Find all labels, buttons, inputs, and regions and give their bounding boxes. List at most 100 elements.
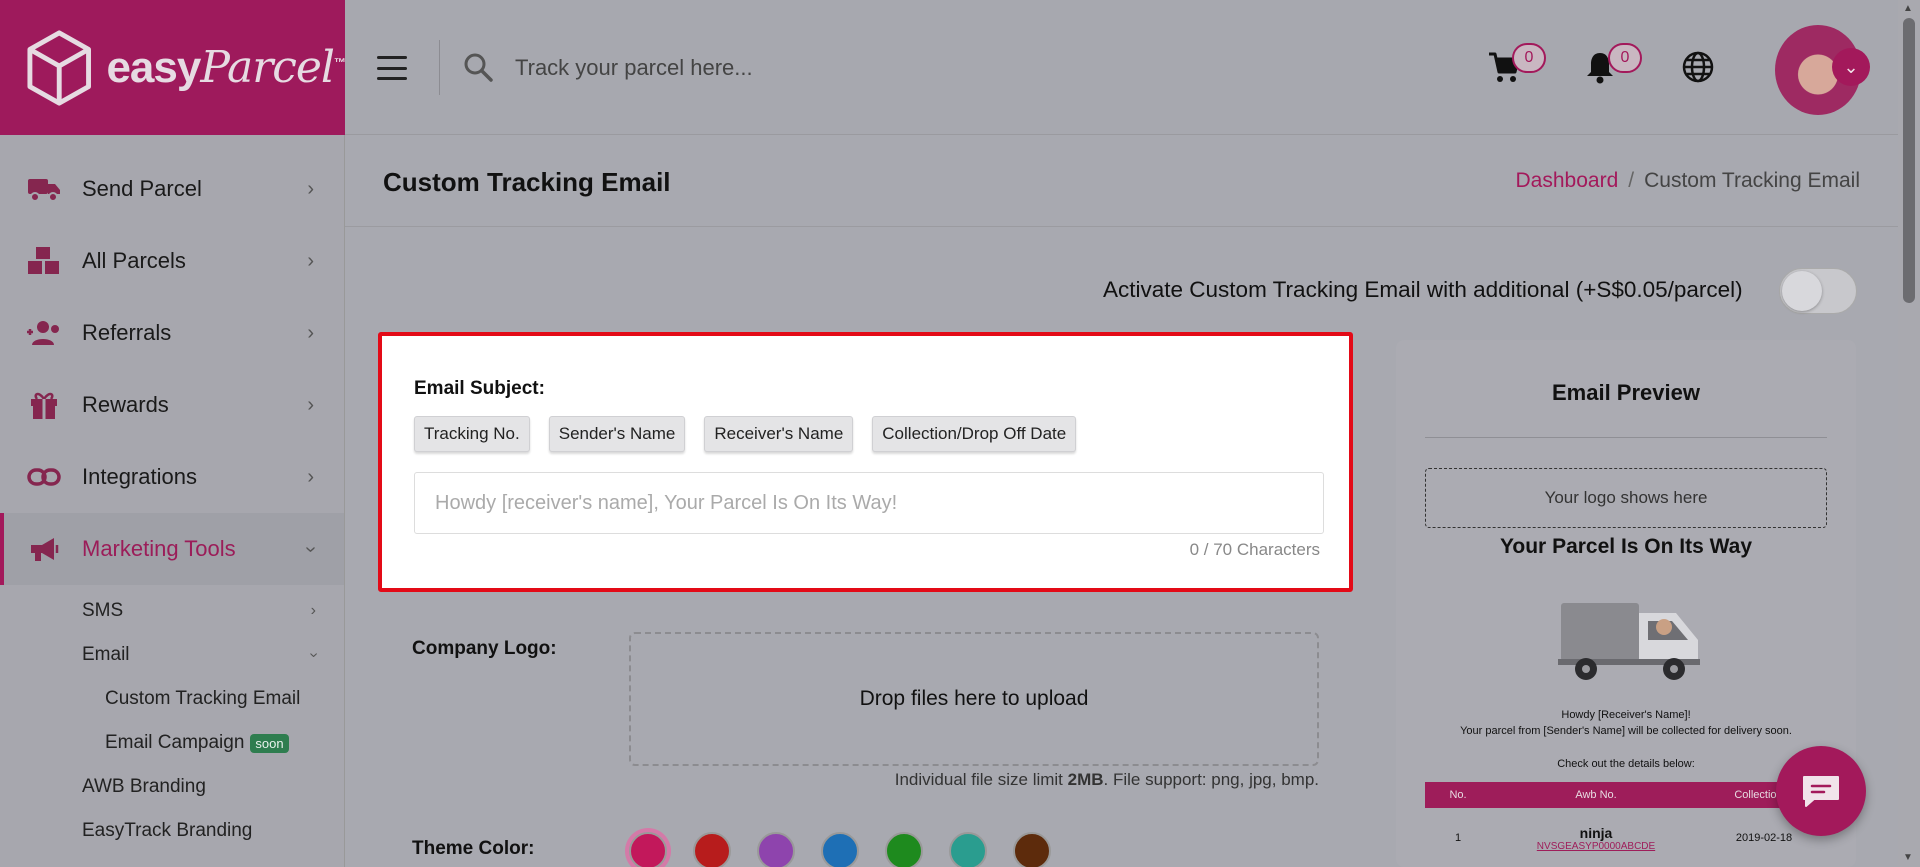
page-scrollbar[interactable]: ▲ ▼ — [1898, 0, 1920, 867]
email-subject-input[interactable] — [414, 472, 1324, 534]
sidebar-item-all-parcels[interactable]: All Parcels › — [0, 225, 344, 297]
chevron-down-icon[interactable]: ⌄ — [1832, 48, 1870, 86]
notification-count-badge: 0 — [1608, 43, 1642, 73]
track-parcel-search-input[interactable] — [515, 48, 1115, 88]
sidebar-subitem-label: Email — [82, 644, 130, 665]
file-limit-note: Individual file size limit 2MB. File sup… — [894, 770, 1319, 789]
page-title: Custom Tracking Email — [383, 167, 671, 197]
email-subject-label: Email Subject: — [414, 378, 545, 399]
table-row: 1 ninja NVSGEASYP0000ABCDE 2019-02-18 — [1425, 808, 1827, 867]
toggle-knob — [1782, 271, 1822, 311]
theme-color-swatches — [629, 832, 1051, 867]
breadcrumb-separator: / — [1628, 169, 1635, 192]
awb-link[interactable]: NVSGEASYP0000ABCDE — [1491, 841, 1701, 852]
email-preview-title: Email Preview — [1552, 380, 1700, 405]
sidebar: Send Parcel › All Parcels › Referrals › … — [0, 135, 345, 867]
sidebar-item-marketing-tools[interactable]: Marketing Tools › — [0, 513, 344, 585]
activate-custom-tracking-toggle[interactable] — [1779, 268, 1857, 314]
sidebar-subitem-label: AWB Branding — [82, 776, 206, 797]
courier-logo: ninja — [1579, 824, 1613, 841]
activate-custom-tracking-label: Activate Custom Tracking Email with addi… — [1103, 277, 1743, 302]
chip-senders-name[interactable]: Sender's Name — [548, 416, 686, 452]
sidebar-subitem-label: SMS — [82, 600, 124, 621]
soon-badge: soon — [250, 733, 289, 753]
sidebar-item-label: Referrals — [82, 320, 172, 345]
scroll-down-icon[interactable]: ▼ — [1903, 852, 1913, 863]
table-cell: 1 — [1454, 832, 1462, 844]
page-header: Custom Tracking Email Dashboard / Custom T… — [345, 135, 1898, 227]
chevron-down-icon: › — [300, 545, 323, 553]
logo-dropzone[interactable]: Drop files here to upload — [629, 632, 1319, 766]
breadcrumb: Dashboard / Custom Tracking Email — [1516, 169, 1860, 193]
breadcrumb-dashboard-link[interactable]: Dashboard — [1516, 169, 1619, 192]
preview-line: Howdy [Receiver's Name]! — [1561, 709, 1691, 721]
cart-count-badge: 0 — [1512, 43, 1546, 73]
table-header: No. Awb No. Collection D — [1425, 782, 1827, 808]
truck-icon — [26, 171, 62, 207]
company-logo-label: Company Logo: — [412, 638, 557, 659]
swatch-blue[interactable] — [821, 832, 859, 867]
chip-receivers-name[interactable]: Receiver's Name — [704, 416, 854, 452]
sidebar-subitem-email[interactable]: Email › — [0, 633, 344, 677]
gift-icon — [26, 387, 62, 423]
preview-line: Your parcel from [Sender's Name] will be… — [1460, 725, 1792, 737]
brand-logo[interactable]: easyParcel™ — [0, 0, 346, 135]
column-header: Awb No. — [1575, 789, 1617, 801]
box-logo-icon — [27, 29, 91, 106]
sidebar-subitem-easytrack-branding[interactable]: EasyTrack Branding — [0, 809, 344, 853]
sidebar-subitem-email-campaign[interactable]: Email Campaign soon — [0, 721, 344, 765]
chevron-right-icon: › — [307, 465, 314, 488]
theme-color-label: Theme Color: — [412, 838, 535, 859]
megaphone-icon — [26, 531, 62, 567]
table-cell: ninja NVSGEASYP0000ABCDE — [1491, 825, 1701, 852]
swatch-red[interactable] — [693, 832, 731, 867]
top-bar: 0 0 ⌄ — [345, 0, 1898, 135]
email-subject-card: Email Subject: Tracking No. Sender's Nam… — [378, 332, 1353, 592]
sidebar-item-send-parcel[interactable]: Send Parcel › — [0, 153, 344, 225]
sidebar-item-label: All Parcels — [82, 248, 186, 273]
sidebar-item-label: Rewards — [82, 392, 169, 417]
link-icon — [26, 459, 62, 495]
swatch-purple[interactable] — [757, 832, 795, 867]
company-logo-card: Company Logo: Drop files here to upload … — [382, 600, 1352, 867]
swatch-green[interactable] — [885, 832, 923, 867]
sidebar-subitem-label: Email Campaign — [105, 732, 245, 753]
chevron-right-icon: › — [307, 177, 314, 200]
sidebar-item-referrals[interactable]: Referrals › — [0, 297, 344, 369]
swatch-teal[interactable] — [949, 832, 987, 867]
sidebar-subitem-custom-tracking-email[interactable]: Custom Tracking Email — [0, 677, 344, 721]
chevron-right-icon: › — [307, 321, 314, 344]
merge-tag-chips: Tracking No. Sender's Name Receiver's Na… — [414, 416, 1077, 452]
sidebar-subitem-sms[interactable]: SMS › — [0, 589, 344, 633]
column-header: No. — [1449, 789, 1467, 801]
brand-name: easyParcel™ — [106, 42, 346, 93]
search-icon — [463, 52, 493, 87]
preview-table: No. Awb No. Collection D 1 ninja NVSGEAS… — [1425, 782, 1827, 867]
swatch-brown[interactable] — [1013, 832, 1051, 867]
chevron-right-icon: › — [307, 249, 314, 272]
sidebar-subitem-label: EasyTrack Branding — [82, 820, 253, 841]
breadcrumb-current: Custom Tracking Email — [1644, 169, 1860, 192]
chevron-down-icon: › — [305, 652, 323, 658]
globe-icon[interactable] — [1681, 50, 1715, 89]
sidebar-item-integrations[interactable]: Integrations › — [0, 441, 344, 513]
chevron-right-icon: › — [307, 393, 314, 416]
chat-icon — [1803, 776, 1839, 807]
scrollbar-thumb[interactable] — [1903, 18, 1915, 303]
sidebar-item-label: Integrations — [82, 464, 197, 489]
preview-greeting: Howdy [Receiver's Name]! Your parcel fro… — [1396, 707, 1856, 739]
chevron-right-icon: › — [310, 602, 316, 619]
sidebar-item-label: Marketing Tools — [82, 536, 236, 561]
sidebar-item-label: Send Parcel — [82, 176, 202, 201]
chat-button[interactable] — [1776, 746, 1866, 836]
chip-collection-date[interactable]: Collection/Drop Off Date — [872, 416, 1077, 452]
chip-tracking-no[interactable]: Tracking No. — [414, 416, 530, 452]
logo-placeholder: Your logo shows here — [1425, 468, 1827, 528]
sidebar-subitem-awb-branding[interactable]: AWB Branding — [0, 765, 344, 809]
sidebar-item-rewards[interactable]: Rewards › — [0, 369, 344, 441]
scroll-up-icon[interactable]: ▲ — [1903, 3, 1913, 14]
swatch-magenta[interactable] — [629, 832, 667, 867]
divider — [1425, 437, 1827, 438]
divider — [439, 40, 440, 95]
menu-toggle-icon[interactable] — [377, 56, 407, 80]
